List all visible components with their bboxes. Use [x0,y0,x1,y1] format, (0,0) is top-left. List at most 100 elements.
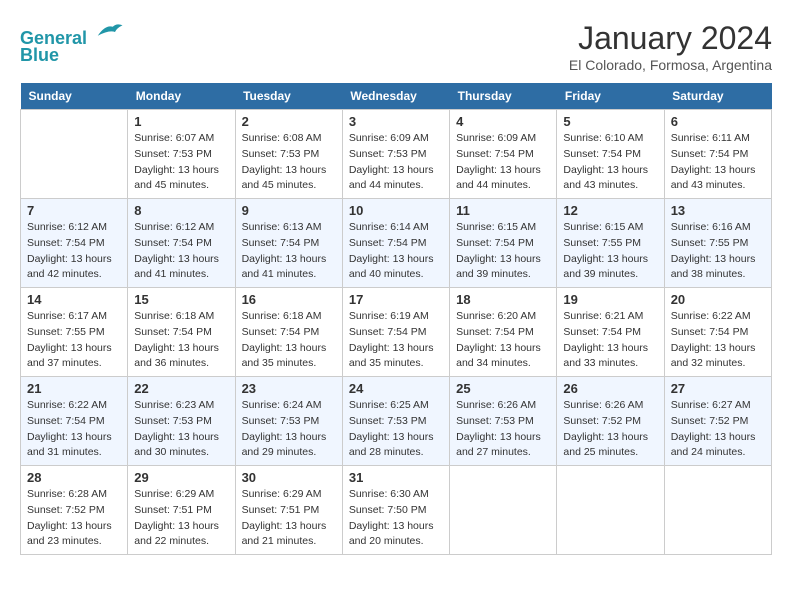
day-cell: 25 Sunrise: 6:26 AMSunset: 7:53 PMDayligh… [450,377,557,466]
day-cell: 14 Sunrise: 6:17 AMSunset: 7:55 PMDayligh… [21,288,128,377]
day-info: Sunrise: 6:18 AMSunset: 7:54 PMDaylight:… [134,309,228,372]
day-number: 18 [456,292,550,307]
day-cell: 29 Sunrise: 6:29 AMSunset: 7:51 PMDayligh… [128,466,235,555]
day-info: Sunrise: 6:11 AMSunset: 7:54 PMDaylight:… [671,131,765,194]
day-number: 22 [134,381,228,396]
day-info: Sunrise: 6:12 AMSunset: 7:54 PMDaylight:… [27,220,121,283]
day-info: Sunrise: 6:07 AMSunset: 7:53 PMDaylight:… [134,131,228,194]
day-number: 20 [671,292,765,307]
day-cell: 10 Sunrise: 6:14 AMSunset: 7:54 PMDayligh… [342,199,449,288]
day-number: 14 [27,292,121,307]
day-info: Sunrise: 6:14 AMSunset: 7:54 PMDaylight:… [349,220,443,283]
day-info: Sunrise: 6:21 AMSunset: 7:54 PMDaylight:… [563,309,657,372]
day-info: Sunrise: 6:15 AMSunset: 7:55 PMDaylight:… [563,220,657,283]
day-info: Sunrise: 6:30 AMSunset: 7:50 PMDaylight:… [349,487,443,550]
day-cell: 12Sunrise: 6:15 AMSunset: 7:55 PMDayligh… [557,199,664,288]
day-info: Sunrise: 6:22 AMSunset: 7:54 PMDaylight:… [671,309,765,372]
day-cell: 21 Sunrise: 6:22 AMSunset: 7:54 PMDayligh… [21,377,128,466]
calendar-table: SundayMondayTuesdayWednesdayThursdayFrid… [20,83,772,555]
day-info: Sunrise: 6:29 AMSunset: 7:51 PMDaylight:… [134,487,228,550]
day-number: 11 [456,203,550,218]
day-cell: 8Sunrise: 6:12 AMSunset: 7:54 PMDaylight… [128,199,235,288]
day-number: 23 [242,381,336,396]
day-info: Sunrise: 6:17 AMSunset: 7:55 PMDaylight:… [27,309,121,372]
day-number: 5 [563,114,657,129]
day-cell: 28Sunrise: 6:28 AMSunset: 7:52 PMDayligh… [21,466,128,555]
day-info: Sunrise: 6:15 AMSunset: 7:54 PMDaylight:… [456,220,550,283]
week-row-1: 1 Sunrise: 6:07 AMSunset: 7:53 PMDaylight… [21,110,772,199]
day-info: Sunrise: 6:18 AMSunset: 7:54 PMDaylight:… [242,309,336,372]
day-info: Sunrise: 6:29 AMSunset: 7:51 PMDaylight:… [242,487,336,550]
day-number: 25 [456,381,550,396]
day-number: 8 [134,203,228,218]
day-number: 27 [671,381,765,396]
day-cell: 15 Sunrise: 6:18 AMSunset: 7:54 PMDayligh… [128,288,235,377]
day-number: 29 [134,470,228,485]
month-title: January 2024 [569,20,772,57]
day-number: 7 [27,203,121,218]
day-number: 26 [563,381,657,396]
day-info: Sunrise: 6:28 AMSunset: 7:52 PMDaylight:… [27,487,121,550]
day-number: 13 [671,203,765,218]
day-cell: 11 Sunrise: 6:15 AMSunset: 7:54 PMDayligh… [450,199,557,288]
day-info: Sunrise: 6:26 AMSunset: 7:52 PMDaylight:… [563,398,657,461]
day-header-row: SundayMondayTuesdayWednesdayThursdayFrid… [21,83,772,110]
day-cell: 9Sunrise: 6:13 AMSunset: 7:54 PMDaylight… [235,199,342,288]
day-cell: 20 Sunrise: 6:22 AMSunset: 7:54 PMDayligh… [664,288,771,377]
day-number: 6 [671,114,765,129]
day-info: Sunrise: 6:20 AMSunset: 7:54 PMDaylight:… [456,309,550,372]
logo-bird-icon [94,20,124,44]
day-info: Sunrise: 6:13 AMSunset: 7:54 PMDaylight:… [242,220,336,283]
day-number: 1 [134,114,228,129]
day-header-wednesday: Wednesday [342,83,449,110]
day-number: 30 [242,470,336,485]
day-cell: 13 Sunrise: 6:16 AMSunset: 7:55 PMDayligh… [664,199,771,288]
day-info: Sunrise: 6:09 AMSunset: 7:54 PMDaylight:… [456,131,550,194]
day-cell [21,110,128,199]
day-info: Sunrise: 6:22 AMSunset: 7:54 PMDaylight:… [27,398,121,461]
day-header-friday: Friday [557,83,664,110]
day-info: Sunrise: 6:16 AMSunset: 7:55 PMDaylight:… [671,220,765,283]
day-info: Sunrise: 6:09 AMSunset: 7:53 PMDaylight:… [349,131,443,194]
day-cell: 1 Sunrise: 6:07 AMSunset: 7:53 PMDaylight… [128,110,235,199]
day-cell: 2Sunrise: 6:08 AMSunset: 7:53 PMDaylight… [235,110,342,199]
day-info: Sunrise: 6:26 AMSunset: 7:53 PMDaylight:… [456,398,550,461]
day-number: 15 [134,292,228,307]
day-header-thursday: Thursday [450,83,557,110]
day-cell: 31Sunrise: 6:30 AMSunset: 7:50 PMDayligh… [342,466,449,555]
day-cell: 7 Sunrise: 6:12 AMSunset: 7:54 PMDaylight… [21,199,128,288]
day-number: 4 [456,114,550,129]
day-number: 19 [563,292,657,307]
day-info: Sunrise: 6:10 AMSunset: 7:54 PMDaylight:… [563,131,657,194]
week-row-5: 28Sunrise: 6:28 AMSunset: 7:52 PMDayligh… [21,466,772,555]
day-header-sunday: Sunday [21,83,128,110]
day-cell: 18 Sunrise: 6:20 AMSunset: 7:54 PMDayligh… [450,288,557,377]
page-header: General Blue January 2024 El Colorado, F… [20,20,772,73]
location: El Colorado, Formosa, Argentina [569,57,772,73]
day-cell: 23 Sunrise: 6:24 AMSunset: 7:53 PMDayligh… [235,377,342,466]
day-cell [664,466,771,555]
day-cell: 26 Sunrise: 6:26 AMSunset: 7:52 PMDayligh… [557,377,664,466]
day-cell: 3 Sunrise: 6:09 AMSunset: 7:53 PMDaylight… [342,110,449,199]
day-cell: 5 Sunrise: 6:10 AMSunset: 7:54 PMDaylight… [557,110,664,199]
day-header-monday: Monday [128,83,235,110]
day-cell [450,466,557,555]
week-row-4: 21 Sunrise: 6:22 AMSunset: 7:54 PMDayligh… [21,377,772,466]
day-header-tuesday: Tuesday [235,83,342,110]
day-number: 16 [242,292,336,307]
day-info: Sunrise: 6:25 AMSunset: 7:53 PMDaylight:… [349,398,443,461]
day-cell: 19 Sunrise: 6:21 AMSunset: 7:54 PMDayligh… [557,288,664,377]
title-area: January 2024 El Colorado, Formosa, Argen… [569,20,772,73]
week-row-3: 14 Sunrise: 6:17 AMSunset: 7:55 PMDayligh… [21,288,772,377]
day-cell: 6 Sunrise: 6:11 AMSunset: 7:54 PMDaylight… [664,110,771,199]
day-number: 17 [349,292,443,307]
day-cell [557,466,664,555]
logo: General Blue [20,20,124,66]
day-cell: 22 Sunrise: 6:23 AMSunset: 7:53 PMDayligh… [128,377,235,466]
day-info: Sunrise: 6:24 AMSunset: 7:53 PMDaylight:… [242,398,336,461]
day-info: Sunrise: 6:23 AMSunset: 7:53 PMDaylight:… [134,398,228,461]
day-number: 10 [349,203,443,218]
day-number: 3 [349,114,443,129]
day-number: 21 [27,381,121,396]
day-header-saturday: Saturday [664,83,771,110]
